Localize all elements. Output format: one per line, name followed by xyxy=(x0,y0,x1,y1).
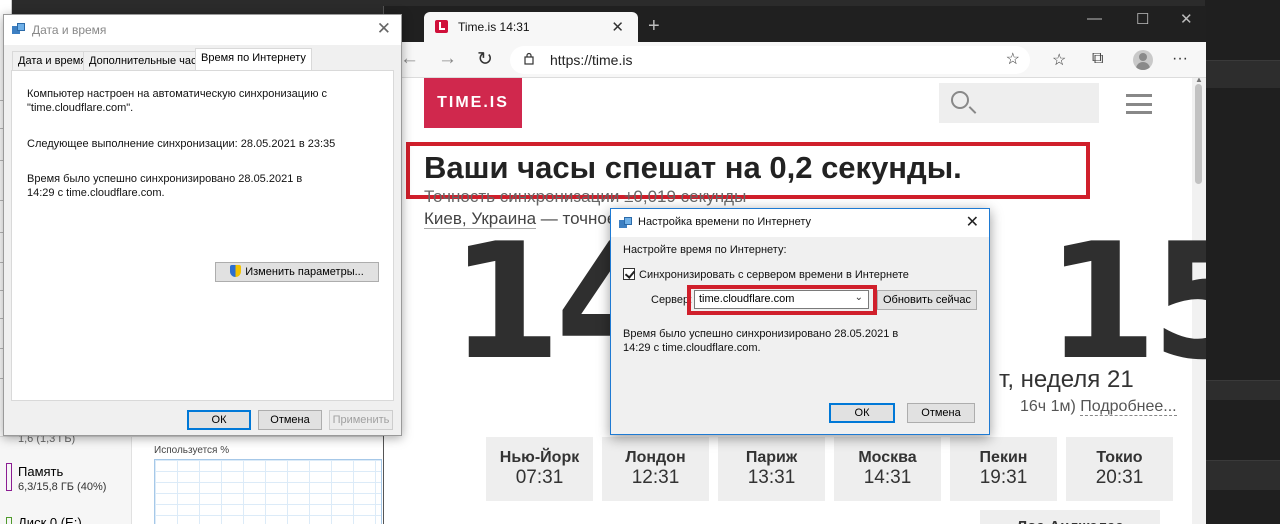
more-link[interactable]: Подробнее... xyxy=(1080,398,1177,416)
update-now-button[interactable]: Обновить сейчас xyxy=(877,290,977,310)
dialog-titlebar[interactable]: Настройка времени по Интернету ✕ xyxy=(611,209,989,237)
sync-accuracy: Точность синхронизации ±0,019 секунды xyxy=(424,187,747,206)
profile-avatar[interactable] xyxy=(1133,50,1153,70)
city-time: 07:31 xyxy=(515,467,564,488)
close-tab-icon[interactable]: ✕ xyxy=(611,18,624,36)
tab-date-time[interactable]: Дата и время xyxy=(12,51,93,71)
apply-button[interactable]: Применить xyxy=(329,410,393,430)
forward-icon[interactable]: → xyxy=(438,48,457,70)
city-card[interactable]: Париж 13:31 xyxy=(718,437,825,501)
back-icon[interactable]: ← xyxy=(400,48,419,70)
city-card[interactable]: Москва 14:31 xyxy=(834,437,941,501)
ok-button[interactable]: ОК xyxy=(187,410,251,430)
memory-title[interactable]: Память xyxy=(18,464,63,479)
city-name: Лондон xyxy=(625,449,686,466)
sync-checkbox-label[interactable]: Синхронизировать с сервером времени в Ин… xyxy=(639,268,909,282)
clock-settings-icon xyxy=(619,217,632,230)
memory-graph-icon xyxy=(6,463,12,491)
refresh-icon[interactable]: ↻ xyxy=(477,48,493,71)
dialog-titlebar[interactable]: Дата и время ✕ xyxy=(4,15,401,45)
close-icon[interactable]: ✕ xyxy=(966,212,979,232)
search-icon xyxy=(951,91,969,109)
date-time-dialog: Дата и время ✕ Дата и время Дополнительн… xyxy=(3,14,402,436)
collections-icon[interactable]: ⧉ xyxy=(1092,50,1103,68)
url-field[interactable]: https://time.is ☆ xyxy=(510,46,1030,74)
configured-text: Компьютер настроен на автоматическую син… xyxy=(27,88,328,114)
cancel-button[interactable]: Отмена xyxy=(258,410,322,430)
usage-graph xyxy=(154,459,382,524)
disk-graph-icon xyxy=(6,517,12,524)
city-name: Нью-Йорк xyxy=(499,449,580,466)
city-card[interactable]: Лондон 12:31 xyxy=(602,437,709,501)
headline: Ваши часы спешат на 0,2 секунды. xyxy=(424,150,962,185)
address-bar: ← → ↻ https://time.is ☆ ☆ ⧉ ··· xyxy=(384,42,1206,78)
site-logo[interactable]: TIME.IS xyxy=(424,78,522,128)
site-search-input[interactable] xyxy=(939,83,1099,123)
disk-title[interactable]: Диск 0 (E:) xyxy=(18,515,82,524)
tab-strip: Time.is 14:31 ✕ + — ☐ ✕ xyxy=(384,6,1206,42)
internet-time-settings-dialog: Настройка времени по Интернету ✕ Настрой… xyxy=(610,208,990,435)
lock-icon xyxy=(524,52,534,65)
more-menu-icon[interactable]: ··· xyxy=(1172,50,1188,68)
tab-internet-time[interactable]: Время по Интернету xyxy=(195,48,312,71)
dialog-title: Настройка времени по Интернету xyxy=(638,216,811,228)
sun-info: 16ч 1м) Подробнее... xyxy=(1020,398,1177,416)
city-card-partial[interactable]: Лос-Анджелес xyxy=(980,510,1160,524)
city-card[interactable]: Пекин 19:31 xyxy=(950,437,1057,501)
menu-icon[interactable] xyxy=(1126,94,1152,114)
clock-settings-icon xyxy=(12,23,25,36)
server-select[interactable]: time.cloudflare.com ⌄ xyxy=(694,290,869,309)
intro-text: Настройте время по Интернету: xyxy=(623,244,787,256)
server-value: time.cloudflare.com xyxy=(699,293,795,305)
city-time: 19:31 xyxy=(979,467,1028,488)
change-settings-button[interactable]: Изменить параметры... xyxy=(215,262,379,282)
city-time: 14:31 xyxy=(863,467,912,488)
city-time: 13:31 xyxy=(747,467,796,488)
status-text: Время было успешно синхронизировано 28.0… xyxy=(623,328,899,354)
url-text: https://time.is xyxy=(550,52,633,68)
city-card[interactable]: Токио 20:31 xyxy=(1066,437,1173,501)
change-settings-label: Изменить параметры... xyxy=(245,266,364,278)
cancel-button[interactable]: Отмена xyxy=(907,403,975,423)
graph-label: Используется % xyxy=(154,445,230,456)
internet-time-panel: Компьютер настроен на автоматическую син… xyxy=(11,70,394,401)
uac-shield-icon xyxy=(230,265,242,277)
date-week: т, неделя 21 xyxy=(999,366,1134,393)
last-sync-text: Время было успешно синхронизировано 28.0… xyxy=(27,173,303,199)
city-card[interactable]: Нью-Йорк 07:31 xyxy=(486,437,593,501)
next-sync-text: Следующее выполнение синхронизации: 28.0… xyxy=(27,138,336,150)
favorites-icon[interactable]: ☆ xyxy=(1052,50,1066,70)
city-name: Москва xyxy=(858,449,917,466)
clock-seconds: 15 xyxy=(1046,208,1206,395)
ok-button[interactable]: ОК xyxy=(829,403,895,423)
sync-checkbox[interactable] xyxy=(623,268,635,280)
tab-additional-clocks[interactable]: Дополнительные часы xyxy=(83,51,211,71)
close-icon[interactable]: ✕ xyxy=(377,19,391,39)
dialog-title: Дата и время xyxy=(32,23,107,37)
city-name: Токио xyxy=(1096,449,1143,466)
task-manager-window: 1,6 (1,3 ГБ) Память 6,3/15,8 ГБ (40%) Ди… xyxy=(0,433,383,524)
sun-info-text: 16ч 1м) xyxy=(1020,398,1076,415)
task-manager-sidebar: 1,6 (1,3 ГБ) Память 6,3/15,8 ГБ (40%) Ди… xyxy=(0,433,132,524)
memory-value: 6,3/15,8 ГБ (40%) xyxy=(18,481,107,493)
chevron-down-icon: ⌄ xyxy=(854,292,863,303)
background-window-dark xyxy=(1205,0,1280,524)
maximize-icon[interactable]: ☐ xyxy=(1136,10,1149,28)
new-tab-icon[interactable]: + xyxy=(648,15,660,38)
city-name: Париж xyxy=(745,449,798,466)
add-favorite-icon[interactable]: ☆ xyxy=(1006,49,1020,69)
city-time: 20:31 xyxy=(1095,467,1144,488)
tab-title: Time.is 14:31 xyxy=(458,20,530,34)
city-time: 12:31 xyxy=(631,467,680,488)
close-window-icon[interactable]: ✕ xyxy=(1180,10,1193,28)
browser-tab[interactable]: Time.is 14:31 ✕ xyxy=(424,12,638,42)
scrollbar-thumb[interactable] xyxy=(1195,84,1202,184)
city-name: Пекин xyxy=(979,449,1028,466)
minimize-icon[interactable]: — xyxy=(1087,10,1102,27)
timeis-favicon-icon xyxy=(435,20,448,33)
